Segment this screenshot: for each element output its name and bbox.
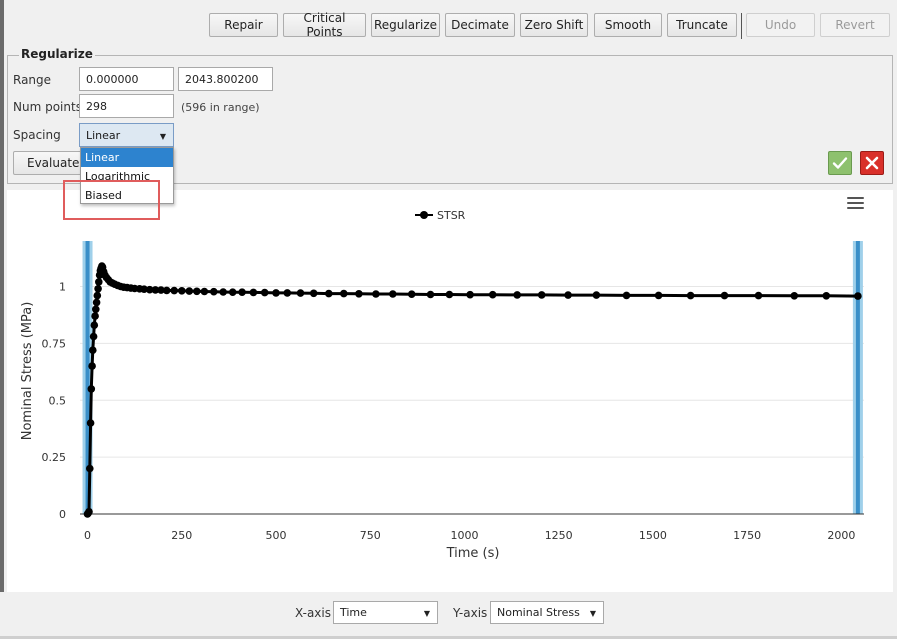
range-max-input[interactable] <box>178 67 273 91</box>
spacing-option-linear[interactable]: Linear <box>81 148 173 167</box>
y-axis-select[interactable]: Nominal Stress ▼ <box>490 601 604 624</box>
toolbar-separator <box>741 13 742 39</box>
spacing-dropdown-list: Linear Logarithmic Biased <box>80 147 174 204</box>
revert-button[interactable]: Revert <box>820 13 890 37</box>
dropdown-caret-icon: ▼ <box>159 132 166 141</box>
num-points-label: Num points <box>13 100 82 114</box>
dropdown-caret-icon: ▼ <box>589 609 596 618</box>
range-label: Range <box>13 73 52 87</box>
close-x-icon <box>865 156 879 170</box>
y-axis-select-value: Nominal Stress <box>497 606 580 619</box>
toolbar: Repair Critical Points Regularize Decima… <box>0 11 897 39</box>
spacing-select[interactable]: Linear ▼ <box>79 123 174 147</box>
bottom-bar <box>0 592 897 639</box>
y-axis-select-label: Y-axis <box>453 606 488 620</box>
smooth-button[interactable]: Smooth <box>594 13 662 37</box>
x-axis-select[interactable]: Time ▼ <box>333 601 438 624</box>
spacing-option-biased[interactable]: Biased <box>81 186 173 205</box>
decimate-button[interactable]: Decimate <box>445 13 515 37</box>
critical-points-button[interactable]: Critical Points <box>283 11 366 39</box>
regularize-button[interactable]: Regularize <box>371 13 440 37</box>
window-left-edge <box>0 0 4 639</box>
spacing-option-logarithmic[interactable]: Logarithmic <box>81 167 173 186</box>
chart-area <box>7 190 893 592</box>
accept-button[interactable] <box>828 151 852 175</box>
zero-shift-button[interactable]: Zero Shift <box>520 13 588 37</box>
num-points-note: (596 in range) <box>181 101 260 114</box>
hamburger-menu-icon[interactable] <box>847 197 864 211</box>
evaluate-button[interactable]: Evaluate <box>13 151 83 175</box>
undo-button[interactable]: Undo <box>746 13 815 37</box>
truncate-button[interactable]: Truncate <box>667 13 737 37</box>
spacing-label: Spacing <box>13 128 61 142</box>
x-axis-select-value: Time <box>340 606 367 619</box>
dropdown-caret-icon: ▼ <box>423 609 430 618</box>
checkmark-icon <box>832 157 848 169</box>
x-axis-select-label: X-axis <box>295 606 331 620</box>
repair-button[interactable]: Repair <box>209 13 278 37</box>
panel-title: Regularize <box>19 47 95 61</box>
range-min-input[interactable] <box>79 67 174 91</box>
cancel-button[interactable] <box>860 151 884 175</box>
num-points-input[interactable] <box>79 94 174 118</box>
spacing-select-value: Linear <box>86 128 121 142</box>
